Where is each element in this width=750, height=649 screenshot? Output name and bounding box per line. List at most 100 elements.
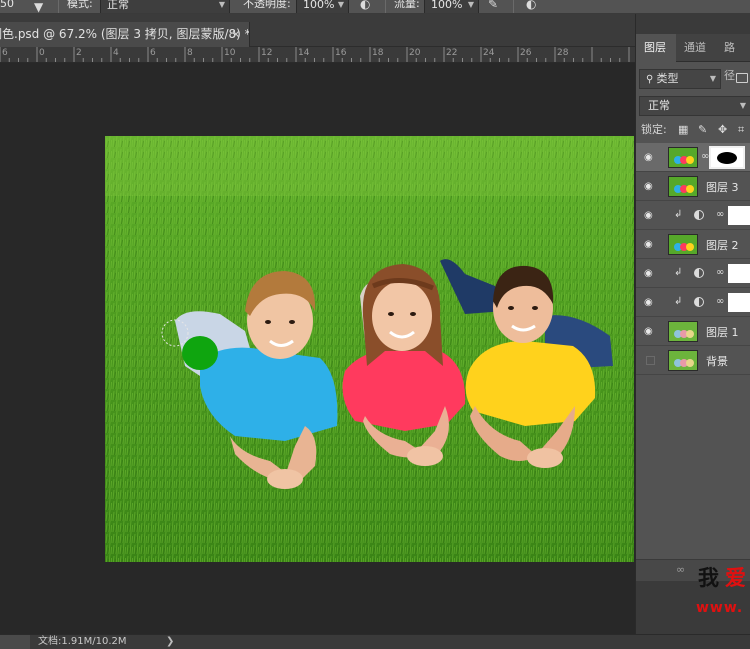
lock-artboard-icon[interactable]: ⌗ xyxy=(738,122,744,138)
chevron-right-icon[interactable]: ❯ xyxy=(166,635,174,649)
layer-thumbnail[interactable] xyxy=(668,234,698,255)
horizontal-ruler: 6 0 2 4 6 8 10 12 14 16 18 20 22 24 26 28 xyxy=(0,47,635,63)
divider xyxy=(385,0,386,13)
tab-channels[interactable]: 通道 xyxy=(676,34,714,62)
ruler-label: 14 xyxy=(298,48,310,58)
tab-layers[interactable]: 图层 xyxy=(636,34,676,62)
layer-mask-thumbnail[interactable] xyxy=(709,146,745,169)
blend-mode-value: 正常 xyxy=(648,99,670,112)
layer-filter-select[interactable]: ⚲ 类型 ▼ xyxy=(639,69,721,89)
flow-value: 100% xyxy=(431,0,463,11)
eye-icon[interactable]: ◉ xyxy=(644,210,653,221)
layer-thumbnail[interactable] xyxy=(668,350,698,371)
layer-row[interactable]: ◉ 图层 2 xyxy=(636,230,750,259)
chevron-down-icon: ▼ xyxy=(467,0,474,9)
lock-label: 锁定: xyxy=(641,123,667,136)
adjustment-icon[interactable] xyxy=(694,210,704,220)
visibility-toggle-off[interactable] xyxy=(646,356,655,365)
ruler-label: 4 xyxy=(113,48,119,58)
chevron-down-icon: ▼ xyxy=(739,101,746,110)
adjustment-mask-thumbnail[interactable] xyxy=(728,264,750,283)
lock-paint-icon[interactable]: ✎ xyxy=(698,122,707,138)
airbrush-icon[interactable]: ✎ xyxy=(488,0,498,11)
layer-thumbnail[interactable] xyxy=(668,321,698,342)
flow-label: 流量: xyxy=(394,0,420,10)
eye-icon[interactable]: ◉ xyxy=(644,181,653,192)
ruler-label: 20 xyxy=(409,48,421,58)
ruler-label: 28 xyxy=(557,48,569,58)
layer-name[interactable]: 图层 1 xyxy=(706,324,739,340)
image-filter-icon[interactable] xyxy=(736,73,748,83)
layer-row[interactable]: ◉ 图层 1 xyxy=(636,317,750,346)
ruler-label: 0 xyxy=(39,48,45,58)
eye-icon[interactable]: ◉ xyxy=(644,268,653,279)
ruler-label: 2 xyxy=(76,48,82,58)
layer-thumbnail[interactable] xyxy=(668,176,698,197)
blend-mode-select[interactable]: 正常 ▼ xyxy=(639,96,750,116)
layer-row[interactable]: ◉ ∞ xyxy=(636,143,750,172)
zoom-field[interactable] xyxy=(0,635,30,649)
chevron-down-icon: ▼ xyxy=(337,0,344,9)
document-size-info[interactable]: 文档:1.91M/10.2M xyxy=(38,635,127,649)
watermark-text-red: 爱 xyxy=(725,565,746,590)
layer-name[interactable]: 背景 xyxy=(706,353,728,369)
layer-row[interactable]: ◉ 图层 3 xyxy=(636,172,750,201)
filter-kind-value: 类型 xyxy=(656,72,679,85)
options-bar: 50 ▼ 模式: 正常 ▼ 不透明度: 100% ▼ ◐ 流量: 100% ▼ … xyxy=(0,0,750,14)
close-icon[interactable]: × xyxy=(231,22,241,46)
brush-panel-icon[interactable]: ▼ xyxy=(34,0,43,13)
ruler-ticks xyxy=(0,47,630,62)
layer-thumbnail[interactable] xyxy=(668,147,698,168)
mode-value: 正常 xyxy=(107,0,129,11)
link-icon[interactable]: ∞ xyxy=(716,209,724,220)
lock-transparent-icon[interactable]: ▦ xyxy=(678,122,688,138)
eye-icon[interactable]: ◉ xyxy=(644,239,653,250)
panel-tabs: 图层 通道 路径 xyxy=(636,34,750,82)
mode-select[interactable]: 正常 ▼ xyxy=(100,0,230,13)
pressure-opacity-icon[interactable]: ◐ xyxy=(360,0,370,11)
watermark-text: 我 xyxy=(698,565,719,590)
opacity-value: 100% xyxy=(303,0,335,11)
layer-row[interactable]: ◉ ↲ ∞ xyxy=(636,288,750,317)
clipping-arrow-icon: ↲ xyxy=(674,209,683,220)
document-tab[interactable]: 调色.psd @ 67.2% (图层 3 拷贝, 图层蒙版/8) * × xyxy=(0,22,250,47)
search-icon: ⚲ xyxy=(646,74,657,85)
chevron-down-icon: ▼ xyxy=(218,0,225,9)
adjustment-icon[interactable] xyxy=(694,268,704,278)
divider xyxy=(58,0,59,13)
eye-icon[interactable]: ◉ xyxy=(644,152,653,163)
ruler-label: 24 xyxy=(483,48,495,58)
adjustment-mask-thumbnail[interactable] xyxy=(728,206,750,225)
ruler-label: 8 xyxy=(187,48,193,58)
flow-input[interactable]: 100% ▼ xyxy=(424,0,479,13)
link-icon[interactable]: ∞ xyxy=(716,296,724,307)
clipping-arrow-icon: ↲ xyxy=(674,296,683,307)
status-bar: 文档:1.91M/10.2M ❯ xyxy=(0,634,750,649)
canvas-area[interactable] xyxy=(0,63,635,634)
opacity-input[interactable]: 100% ▼ xyxy=(296,0,349,13)
pressure-size-icon[interactable]: ◐ xyxy=(526,0,536,11)
ruler-label: 22 xyxy=(446,48,458,58)
tab-paths[interactable]: 路径 xyxy=(716,34,750,82)
document-canvas-image[interactable] xyxy=(105,136,634,562)
layer-name[interactable]: 图层 2 xyxy=(706,237,739,253)
eye-icon[interactable]: ◉ xyxy=(644,326,653,337)
ruler-label: 6 xyxy=(150,48,156,58)
ruler-label: 18 xyxy=(372,48,384,58)
layer-row[interactable]: 背景 xyxy=(636,346,750,375)
panel-header-strip xyxy=(636,14,750,34)
adjustment-mask-thumbnail[interactable] xyxy=(728,293,750,312)
layer-row[interactable]: ◉ ↲ ∞ xyxy=(636,201,750,230)
adjustment-icon[interactable] xyxy=(694,297,704,307)
link-layers-icon[interactable]: ∞ xyxy=(676,563,685,576)
layer-name[interactable]: 图层 3 xyxy=(706,179,739,195)
eye-icon[interactable]: ◉ xyxy=(644,297,653,308)
link-icon[interactable]: ∞ xyxy=(716,267,724,278)
lock-move-icon[interactable]: ✥ xyxy=(718,122,727,138)
ruler-label: 6 xyxy=(2,48,8,58)
document-tab-bar: 调色.psd @ 67.2% (图层 3 拷贝, 图层蒙版/8) * × xyxy=(0,14,635,47)
layer-row[interactable]: ◉ ↲ ∞ xyxy=(636,259,750,288)
brush-size-readout: 50 xyxy=(0,0,14,10)
document-title: 调色.psd @ 67.2% (图层 3 拷贝, 图层蒙版/8) * xyxy=(0,27,250,41)
ruler-label: 10 xyxy=(224,48,236,58)
